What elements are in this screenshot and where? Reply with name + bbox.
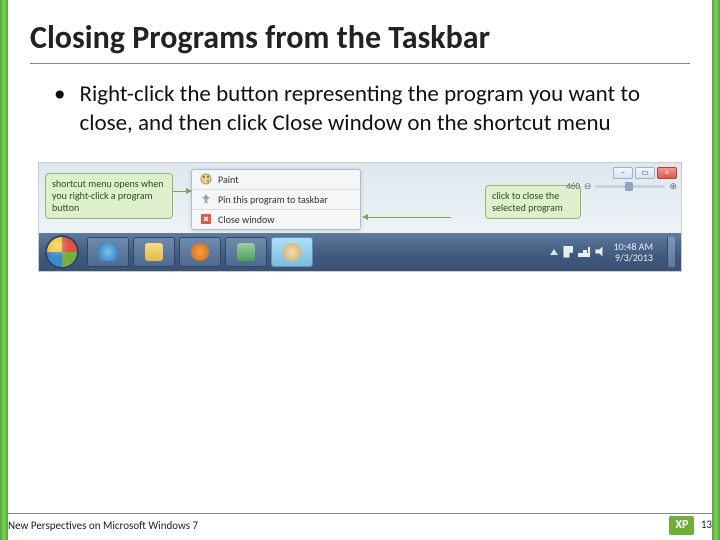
taskbar-pin-mail[interactable] [225,237,267,267]
menu-item-pin[interactable]: Pin this program to taskbar [192,189,360,209]
window-chrome-right: – ▭ × 460 ⊖ ⊕ [566,167,677,192]
window-area: shortcut menu opens when you right-click… [39,163,681,235]
window-buttons: – ▭ × [613,167,677,179]
clock-time: 10:48 AM [613,241,653,252]
action-center-icon[interactable] [563,246,573,258]
screenshot-figure: shortcut menu opens when you right-click… [38,162,682,272]
slide-title: Closing Programs from the Taskbar [30,18,690,64]
zoom-in-icon[interactable]: ⊕ [669,181,677,192]
taskbar-pin-media[interactable] [179,237,221,267]
taskbar-pin-explorer[interactable] [133,237,175,267]
maximize-button[interactable]: ▭ [635,167,655,179]
mail-icon [237,243,255,261]
zoom-control: 460 ⊖ ⊕ [566,181,677,192]
clock[interactable]: 10:48 AM 9/3/2013 [613,241,653,263]
pin-icon [200,193,212,205]
bullet-text: Right-click the button representing the … [79,80,690,138]
sound-icon[interactable] [595,247,605,257]
zoom-out-icon[interactable]: ⊖ [584,181,592,192]
slide-right-accent [712,0,720,540]
media-icon [191,243,209,261]
taskbar-pin-ie[interactable] [87,237,129,267]
page-number: 13 [701,518,712,531]
bullet-item: • Right-click the button representing th… [54,80,690,138]
footer-text: New Perspectives on Microsoft Windows 7 [8,519,198,532]
bullet-marker: • [54,80,65,138]
slide-body: Closing Programs from the Taskbar • Righ… [8,0,712,540]
minimize-button[interactable]: – [613,167,633,179]
clock-date: 9/3/2013 [613,252,653,263]
taskbar-pin-paint-active[interactable] [271,237,313,267]
zoom-slider[interactable] [595,185,665,188]
menu-label-close: Close window [218,213,274,226]
show-desktop-button[interactable] [667,237,675,267]
paint-icon [200,173,212,185]
callout-left: shortcut menu opens when you right-click… [45,173,173,219]
ie-icon [99,243,117,261]
network-icon[interactable] [578,247,590,257]
xp-badge: XP [669,516,694,535]
zoom-value: 460 [566,181,580,192]
slide-left-accent [0,0,8,540]
shortcut-menu: Paint Pin this program to taskbar Close … [191,169,361,230]
menu-label-paint: Paint [218,173,239,186]
system-tray: 10:48 AM 9/3/2013 [550,237,675,267]
tray-overflow-icon[interactable] [550,249,558,255]
paint-taskbar-icon [283,243,301,261]
menu-label-pin: Pin this program to taskbar [218,193,328,206]
window-close-button[interactable]: × [657,167,677,179]
close-icon [200,213,212,225]
slide-footer: New Perspectives on Microsoft Windows 7 … [8,513,712,532]
taskbar: 10:48 AM 9/3/2013 [39,233,681,271]
menu-item-close[interactable]: Close window [192,209,360,229]
tray-icons [550,246,605,258]
arrow-to-close [363,217,451,218]
folder-icon [145,243,163,261]
menu-item-paint[interactable]: Paint [192,170,360,189]
arrow-to-menu [173,191,191,192]
start-button[interactable] [45,235,79,269]
